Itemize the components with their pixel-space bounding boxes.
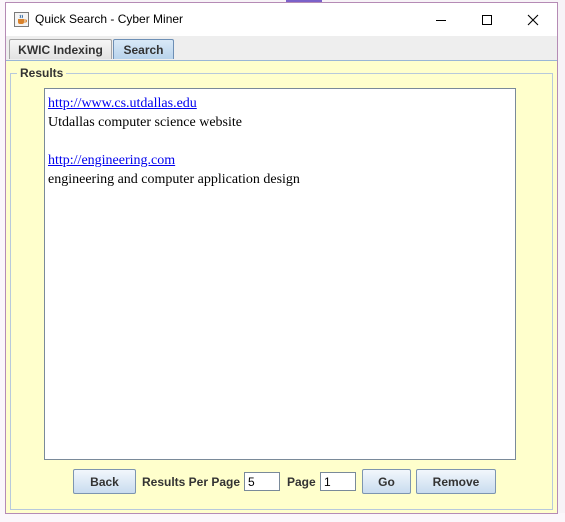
- results-text-area[interactable]: http://www.cs.utdallas.edu Utdallas comp…: [44, 88, 516, 460]
- minimize-icon: [436, 19, 446, 21]
- quick-search-window: Quick Search - Cyber Miner KWIC Indexing…: [5, 2, 558, 514]
- title-bar[interactable]: Quick Search - Cyber Miner: [6, 3, 557, 36]
- window-title: Quick Search - Cyber Miner: [35, 12, 184, 26]
- go-button[interactable]: Go: [362, 469, 411, 494]
- results-per-page-label: Results Per Page: [142, 475, 241, 489]
- results-per-page-input[interactable]: [244, 472, 280, 491]
- result-link[interactable]: http://www.cs.utdallas.edu: [48, 94, 512, 113]
- background-app-edge-bottom: [0, 513, 565, 522]
- back-button[interactable]: Back: [73, 469, 136, 494]
- tab-bar: KWIC Indexing Search: [6, 36, 557, 60]
- minimize-button[interactable]: [418, 3, 464, 36]
- result-separator: [48, 132, 512, 151]
- search-tab-content: Results http://www.cs.utdallas.edu Utdal…: [6, 60, 557, 513]
- page-number-input[interactable]: [320, 472, 356, 491]
- close-icon: [527, 14, 539, 25]
- close-button[interactable]: [510, 3, 556, 36]
- java-cup-icon: [14, 12, 29, 27]
- tab-search[interactable]: Search: [113, 39, 174, 59]
- page-label: Page: [287, 475, 316, 489]
- result-description: Utdallas computer science website: [48, 115, 242, 130]
- remove-button[interactable]: Remove: [416, 469, 496, 494]
- result-link[interactable]: http://engineering.com: [48, 151, 512, 170]
- results-group: Results http://www.cs.utdallas.edu Utdal…: [10, 66, 553, 510]
- result-description: engineering and computer application des…: [48, 172, 300, 187]
- maximize-icon: [482, 14, 492, 25]
- results-group-title: Results: [17, 66, 67, 80]
- maximize-button[interactable]: [464, 3, 510, 36]
- tab-kwic-indexing[interactable]: KWIC Indexing: [9, 39, 112, 59]
